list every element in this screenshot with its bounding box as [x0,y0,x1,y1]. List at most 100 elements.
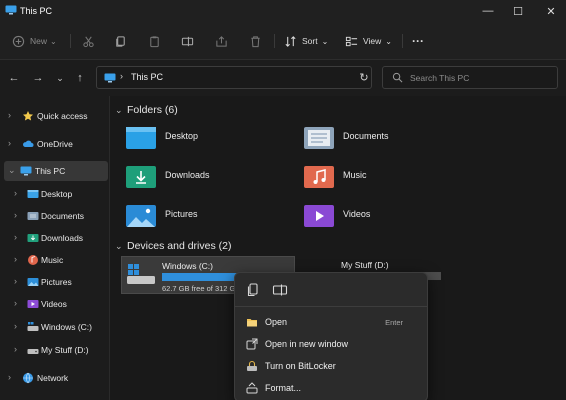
pictures-folder-icon [27,278,39,286]
videos-folder-icon [27,300,39,308]
chevron-right-icon[interactable]: › [14,298,17,308]
paste-button[interactable] [148,32,161,50]
drive-c-icon [127,264,155,284]
drive-c-icon [27,322,39,331]
chevron-right-icon[interactable]: › [14,276,17,286]
chevron-down-icon[interactable]: ⌄ [8,165,16,176]
chevron-right-icon[interactable]: › [14,188,17,198]
folder-music[interactable]: Music [303,163,473,197]
cut-button[interactable] [82,32,95,50]
sidebar-item-network[interactable]: › Network [4,368,108,388]
new-label: New [30,36,48,46]
sidebar-item-onedrive[interactable]: › OneDrive [4,134,108,154]
sidebar-item-my-stuff-d[interactable]: › My Stuff (D:) [4,340,108,360]
copy-icon [116,35,125,47]
shortcut-label: Enter [385,318,403,327]
documents-folder-icon [27,212,39,220]
menu-item-open[interactable]: Open Enter [235,311,427,333]
chevron-right-icon[interactable]: › [14,210,17,220]
computer-icon [104,73,116,83]
chevron-down-icon[interactable]: ⌄ [115,105,127,116]
refresh-icon[interactable]: ↻ [356,69,372,85]
sidebar-item-music[interactable]: › Music [4,250,108,270]
sidebar-item-this-pc[interactable]: ⌄ This PC [4,161,108,181]
menu-item-turn-on-bitlocker[interactable]: Turn on BitLocker [235,355,427,377]
sidebar-item-documents[interactable]: › Documents [4,206,108,226]
search-placeholder: Search This PC [410,73,470,83]
forward-arrow-icon[interactable]: → [30,70,46,86]
divider [70,34,71,48]
chevron-down-icon: ⌄ [50,36,57,46]
view-icon [345,36,358,46]
chevron-right-icon[interactable]: › [8,372,11,382]
folder-desktop[interactable]: Desktop [125,124,295,158]
command-bar: New ⌄ Sort ⌄ View ⌄ ··· [0,22,566,60]
chevron-down-icon: ⌄ [385,36,392,46]
view-button[interactable]: View ⌄ [345,32,392,50]
trash-icon [251,35,260,47]
new-window-icon [246,338,258,350]
plus-circle-icon [12,35,25,47]
downloads-folder-icon [27,234,39,242]
sidebar-item-videos[interactable]: › Videos [4,294,108,314]
drive-name: Windows (C:) [162,261,214,271]
up-arrow-icon[interactable]: ↑ [72,70,88,86]
devices-group-header[interactable]: ⌄ Devices and drives (2) [115,240,231,252]
sidebar-item-desktop[interactable]: › Desktop [4,184,108,204]
menu-item-format[interactable]: Format... [235,377,427,399]
folder-pictures[interactable]: Pictures [125,202,295,236]
star-icon [23,111,33,121]
rename-button[interactable] [181,32,194,50]
maximize-button[interactable]: ☐ [503,0,533,22]
close-button[interactable]: ✕ [536,0,566,22]
new-button[interactable]: New ⌄ [12,32,57,50]
cloud-icon [23,140,34,147]
folder-documents[interactable]: Documents [303,124,473,158]
delete-button[interactable] [249,32,262,50]
cut-icon [83,36,94,47]
chevron-right-icon[interactable]: › [14,321,17,331]
folder-open-icon [247,319,257,327]
search-input[interactable]: Search This PC [382,66,558,89]
search-icon [392,72,403,83]
pictures-folder-icon [126,205,156,227]
sort-button[interactable]: Sort ⌄ [284,32,328,50]
sort-icon [285,35,296,47]
recent-locations-chevron-icon[interactable]: ⌄ [52,70,68,86]
breadcrumb-location[interactable]: This PC [131,72,163,82]
folder-videos[interactable]: Videos [303,202,473,236]
copy-button[interactable] [114,32,127,50]
drive-free-space: 62.7 GB free of 312 GB [162,284,241,293]
desktop-folder-icon [27,190,39,198]
chevron-right-icon[interactable]: › [8,110,11,120]
back-arrow-icon[interactable]: ← [6,70,22,86]
folders-group-header[interactable]: ⌄ Folders (6) [115,104,178,116]
title-bar: This PC — ☐ ✕ [0,0,566,22]
address-bar[interactable]: › This PC [96,66,372,89]
breadcrumb-separator: › [120,71,123,81]
sidebar-item-windows-c[interactable]: › Windows (C:) [4,317,108,337]
share-button[interactable] [215,32,228,50]
more-options-button[interactable]: ··· [412,32,424,50]
chevron-down-icon[interactable]: ⌄ [115,241,127,252]
sidebar-item-quick-access[interactable]: › Quick access [4,106,108,126]
rename-icon[interactable] [272,282,288,298]
chevron-right-icon[interactable]: › [14,254,17,264]
navigation-pane: › Quick access › OneDrive ⌄ This PC › De… [0,96,110,400]
paste-icon [150,35,159,47]
folder-downloads[interactable]: Downloads [125,163,295,197]
share-icon [216,35,227,47]
desktop-folder-icon [126,127,156,149]
sidebar-item-downloads[interactable]: › Downloads [4,228,108,248]
chevron-right-icon[interactable]: › [8,138,11,148]
minimize-button[interactable]: — [473,0,503,22]
copy-icon[interactable] [245,282,261,298]
videos-folder-icon [304,205,334,227]
chevron-right-icon[interactable]: › [14,232,17,242]
sidebar-item-pictures[interactable]: › Pictures [4,272,108,292]
menu-item-open-new-window[interactable]: Open in new window [235,333,427,355]
navigation-bar: ← → ⌄ ↑ › This PC ↻ Search This PC [0,60,566,96]
chevron-right-icon[interactable]: › [14,344,17,354]
view-label: View [363,36,382,46]
format-icon [246,382,258,394]
